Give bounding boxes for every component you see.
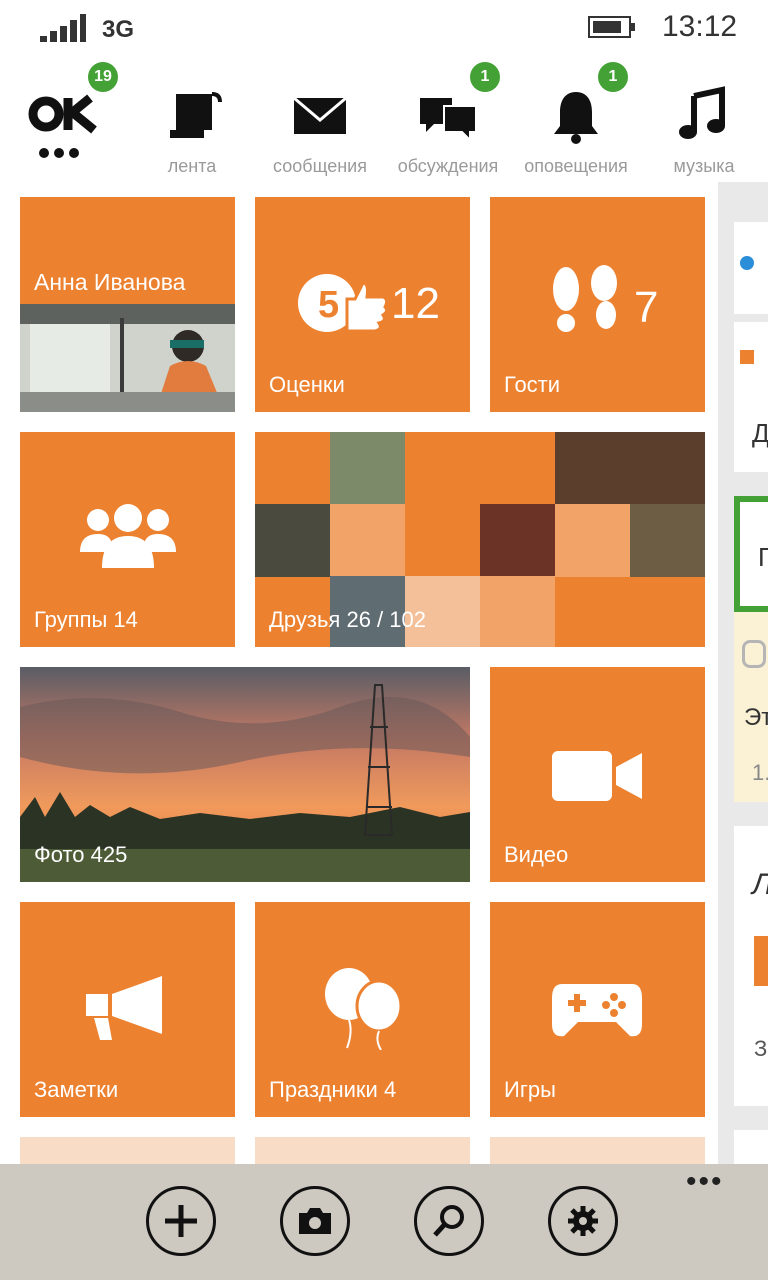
- profile-photo: [20, 304, 235, 412]
- search-icon: [433, 1205, 464, 1237]
- app-bar: [0, 1164, 768, 1280]
- games-tile[interactable]: Игры: [490, 902, 705, 1117]
- friends-grid-cell: [555, 504, 630, 577]
- friends-grid-cell: [480, 576, 555, 647]
- more-menu-button[interactable]: •••: [686, 1167, 724, 1197]
- groups-icon: [80, 504, 176, 568]
- friends-label: Друзья 26 / 102: [269, 607, 426, 632]
- partial-tile: [490, 1137, 705, 1167]
- groups-label: Группы 14: [34, 607, 138, 632]
- games-label: Игры: [504, 1077, 556, 1102]
- feed-icon: [170, 92, 222, 138]
- discussions-icon: [420, 98, 477, 143]
- nav-item-notifications[interactable]: 1 оповещения: [512, 62, 640, 182]
- feed-snippet: Эт: [744, 704, 768, 731]
- signal-strength-icon: [40, 14, 86, 42]
- notes-tile[interactable]: Заметки: [20, 902, 235, 1117]
- music-note-icon: [679, 86, 725, 139]
- plus-icon: [165, 1205, 197, 1237]
- gear-icon: [568, 1206, 598, 1236]
- five-plus-rating-icon: 5: [298, 274, 389, 333]
- video-label: Видео: [504, 842, 569, 867]
- clock: 13:12: [662, 10, 738, 43]
- feed-snippet: П: [758, 542, 768, 572]
- video-camera-icon: [552, 751, 642, 801]
- envelope-icon: [293, 96, 347, 134]
- nav-item-home[interactable]: 19: [0, 62, 128, 182]
- balloons-icon: [325, 968, 403, 1050]
- gamepad-icon: [552, 984, 642, 1037]
- user-icon: [740, 256, 754, 270]
- friends-tile[interactable]: Друзья 26 / 102: [255, 432, 705, 647]
- feed-snippet: Л: [752, 868, 768, 902]
- attachment-icon: [742, 640, 766, 668]
- messages-label: сообщения: [273, 156, 367, 176]
- music-label: музыка: [673, 156, 735, 176]
- nav-item-discussions[interactable]: 1 обсуждения: [384, 62, 512, 182]
- video-tile[interactable]: Видео: [490, 667, 705, 882]
- camera-button[interactable]: [280, 1186, 350, 1256]
- notes-label: Заметки: [34, 1077, 119, 1102]
- svg-text:5: 5: [318, 284, 339, 326]
- partial-tile: [20, 1137, 235, 1167]
- megaphone-icon: [86, 976, 162, 1040]
- ok-small-icon: [754, 936, 768, 986]
- guests-count: 7: [634, 283, 659, 332]
- nav-item-music[interactable]: музыка: [640, 62, 768, 182]
- holidays-tile[interactable]: Праздники 4: [255, 902, 470, 1117]
- network-type: 3G: [102, 16, 135, 43]
- profile-tile[interactable]: Анна Иванова: [20, 197, 235, 412]
- search-button[interactable]: [414, 1186, 484, 1256]
- ok-logo-icon: [28, 94, 97, 158]
- feed-card[interactable]: [734, 222, 768, 314]
- notifications-badge: 1: [598, 62, 628, 92]
- status-bar: 3G 13:12: [0, 0, 768, 60]
- nav-item-messages[interactable]: сообщения: [256, 62, 384, 182]
- photos-tile[interactable]: Фото 425: [20, 667, 470, 882]
- battery-icon: [588, 16, 635, 38]
- notifications-label: оповещения: [524, 156, 628, 176]
- friends-grid-cell: [330, 504, 405, 577]
- feed-snippet: Д: [752, 418, 768, 448]
- partial-tile: [255, 1137, 470, 1167]
- friend-avatar: [555, 432, 705, 505]
- guests-label: Гости: [504, 372, 561, 397]
- friend-avatar: [630, 504, 705, 577]
- feed-snippet: 1.: [752, 760, 768, 785]
- ratings-label: Оценки: [269, 372, 345, 397]
- holidays-label: Праздники 4: [269, 1077, 397, 1102]
- friend-avatar: [480, 504, 555, 577]
- top-navigation: 19 лента сообщения 1 обсуждения 1 оповещ…: [0, 62, 768, 182]
- feed-card[interactable]: Д: [734, 322, 768, 472]
- feed-card-highlighted[interactable]: П: [734, 496, 768, 612]
- discussions-badge: 1: [470, 62, 500, 92]
- settings-button[interactable]: [548, 1186, 618, 1256]
- feed-card[interactable]: Эт 1.: [734, 612, 768, 802]
- photos-label: Фото 425: [34, 842, 128, 867]
- feed-label: лента: [167, 156, 217, 176]
- friend-avatar: [255, 504, 330, 577]
- groups-tile[interactable]: Группы 14: [20, 432, 235, 647]
- ratings-count: 12: [391, 279, 440, 328]
- add-button[interactable]: [146, 1186, 216, 1256]
- ratings-tile[interactable]: 5 12 Оценки: [255, 197, 470, 412]
- nav-item-feed[interactable]: лента: [128, 62, 256, 182]
- footprints-icon: [553, 265, 617, 332]
- feed-card[interactable]: [734, 1130, 768, 1167]
- guests-tile[interactable]: 7 Гости: [490, 197, 705, 412]
- ok-small-icon: [740, 350, 754, 364]
- bell-icon: [554, 92, 598, 144]
- friend-avatar: [330, 432, 405, 505]
- home-badge: 19: [88, 62, 118, 92]
- feed-snippet: З: [754, 1036, 768, 1061]
- profile-name: Анна Иванова: [34, 269, 186, 295]
- feed-card[interactable]: Л З: [734, 826, 768, 1106]
- camera-icon: [299, 1208, 331, 1234]
- discussions-label: обсуждения: [397, 156, 499, 176]
